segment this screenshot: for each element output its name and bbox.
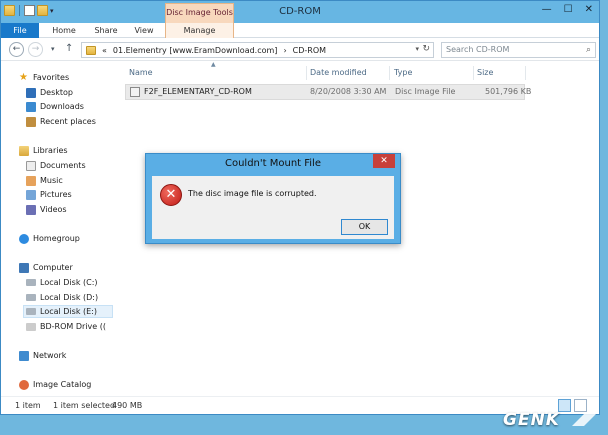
watermark-logo: GENK	[503, 410, 560, 430]
pictures-icon	[26, 189, 36, 200]
column-separator[interactable]	[473, 66, 474, 80]
ribbon-tabs: File Home Share View Manage	[1, 23, 599, 38]
address-prefix: «	[102, 45, 107, 55]
watermark-arrow-icon	[572, 414, 596, 426]
image-catalog-icon	[19, 379, 29, 390]
tab-share[interactable]: Share	[87, 23, 125, 38]
sort-up-icon: ▲	[211, 61, 216, 68]
documents-icon	[26, 160, 36, 171]
dialog-close-button[interactable]: ✕	[373, 154, 395, 168]
drive-icon	[26, 294, 36, 301]
nav-local-disk-d[interactable]: Local Disk (D:)	[26, 291, 98, 304]
error-icon: ✕	[160, 184, 182, 206]
nav-favorites[interactable]: ★ Favorites	[19, 71, 69, 84]
nav-desktop[interactable]: Desktop	[26, 86, 73, 99]
recent-places-icon	[26, 116, 36, 127]
column-name[interactable]: Name	[129, 66, 153, 80]
music-icon	[26, 175, 36, 186]
breadcrumb-separator: ›	[283, 45, 287, 55]
navigation-pane: ★ Favorites Desktop Downloads Recent plac…	[1, 62, 113, 396]
tab-view[interactable]: View	[125, 23, 163, 38]
nav-libraries[interactable]: Libraries	[19, 144, 68, 157]
forward-button[interactable]: →	[28, 42, 43, 57]
selection-size: 490 MB	[112, 401, 143, 410]
search-placeholder: Search CD-ROM	[446, 45, 510, 54]
search-icon: ⌕	[585, 45, 591, 55]
address-dropdown-icon[interactable]: ▾	[415, 45, 419, 53]
tab-home[interactable]: Home	[45, 23, 83, 38]
nav-computer[interactable]: Computer	[19, 261, 73, 274]
homegroup-icon	[19, 233, 29, 244]
column-separator[interactable]	[389, 66, 390, 80]
maximize-button[interactable]: ☐	[564, 4, 573, 15]
minimize-button[interactable]: —	[542, 4, 552, 15]
title-bar: ▾ CD-ROM — ☐ ✕ Disc Image Tools	[1, 1, 599, 23]
breadcrumb-segment[interactable]: CD-ROM	[293, 46, 326, 55]
nav-music[interactable]: Music	[26, 174, 63, 187]
nav-bd-rom-drive[interactable]: BD-ROM Drive ((	[26, 320, 106, 333]
drive-icon	[26, 308, 36, 315]
nav-network[interactable]: Network	[19, 349, 66, 362]
refresh-icon[interactable]: ↻	[422, 44, 430, 54]
videos-icon	[26, 204, 36, 215]
nav-documents[interactable]: Documents	[26, 159, 86, 172]
folder-icon	[86, 45, 96, 55]
explorer-window: ▾ CD-ROM — ☐ ✕ Disc Image Tools File Hom…	[0, 0, 600, 415]
address-row: ← → ▾ ↑ « 01.Elementry [www.EramDownload…	[1, 39, 599, 61]
file-date: 8/20/2008 3:30 AM	[310, 87, 387, 96]
desktop-icon	[26, 87, 36, 98]
file-row[interactable]: F2F_ELEMENTARY_CD-ROM 8/20/2008 3:30 AM …	[125, 84, 531, 100]
file-name: F2F_ELEMENTARY_CD-ROM	[144, 87, 252, 96]
nav-pictures[interactable]: Pictures	[26, 188, 72, 201]
dialog-message: The disc image file is corrupted.	[188, 189, 317, 198]
nav-recent-places[interactable]: Recent places	[26, 115, 96, 128]
star-icon: ★	[19, 71, 28, 83]
mount-error-dialog: Couldn't Mount File ✕ ✕ The disc image f…	[145, 153, 401, 244]
nav-image-catalog[interactable]: Image Catalog	[19, 378, 91, 391]
address-bar[interactable]: « 01.Elementry [www.EramDownload.com] › …	[81, 42, 434, 58]
disc-drive-icon	[26, 322, 36, 331]
up-icon[interactable]: ↑	[65, 43, 73, 54]
computer-icon	[19, 262, 29, 273]
tab-file[interactable]: File	[1, 23, 39, 38]
column-separator[interactable]	[525, 66, 526, 80]
downloads-icon	[26, 101, 36, 112]
dialog-title: Couldn't Mount File	[224, 158, 321, 169]
drive-icon	[26, 279, 36, 286]
back-button[interactable]: ←	[9, 42, 24, 57]
nav-downloads[interactable]: Downloads	[26, 100, 84, 113]
large-icons-view-icon[interactable]	[574, 399, 587, 412]
file-type: Disc Image File	[395, 87, 456, 96]
disc-image-icon	[130, 87, 140, 97]
item-count: 1 item	[15, 401, 41, 410]
window-title: CD-ROM	[279, 6, 321, 17]
window-controls: — ☐ ✕	[542, 4, 593, 15]
nav-local-disk-e[interactable]: Local Disk (E:)	[23, 305, 113, 318]
column-date-modified[interactable]: Date modified	[310, 66, 367, 80]
column-type[interactable]: Type	[394, 66, 412, 80]
file-size: 501,796 KB	[485, 87, 532, 96]
recent-locations-icon[interactable]: ▾	[51, 45, 55, 53]
nav-videos[interactable]: Videos	[26, 203, 67, 216]
search-input[interactable]: Search CD-ROM ⌕	[441, 42, 596, 58]
nav-local-disk-c[interactable]: Local Disk (C:)	[26, 276, 98, 289]
column-size[interactable]: Size	[477, 66, 493, 80]
breadcrumb-segment[interactable]: 01.Elementry [www.EramDownload.com]	[113, 46, 278, 55]
dialog-body: ✕ The disc image file is corrupted. OK	[152, 176, 394, 239]
close-button[interactable]: ✕	[585, 4, 593, 15]
disc-image-tools-group: Disc Image Tools	[165, 3, 234, 23]
ok-button[interactable]: OK	[341, 219, 388, 235]
tab-manage[interactable]: Manage	[165, 23, 234, 38]
selection-info: 1 item selected	[53, 401, 116, 410]
network-icon	[19, 350, 29, 361]
column-separator[interactable]	[306, 66, 307, 80]
nav-homegroup[interactable]: Homegroup	[19, 232, 80, 245]
libraries-icon	[19, 145, 29, 156]
